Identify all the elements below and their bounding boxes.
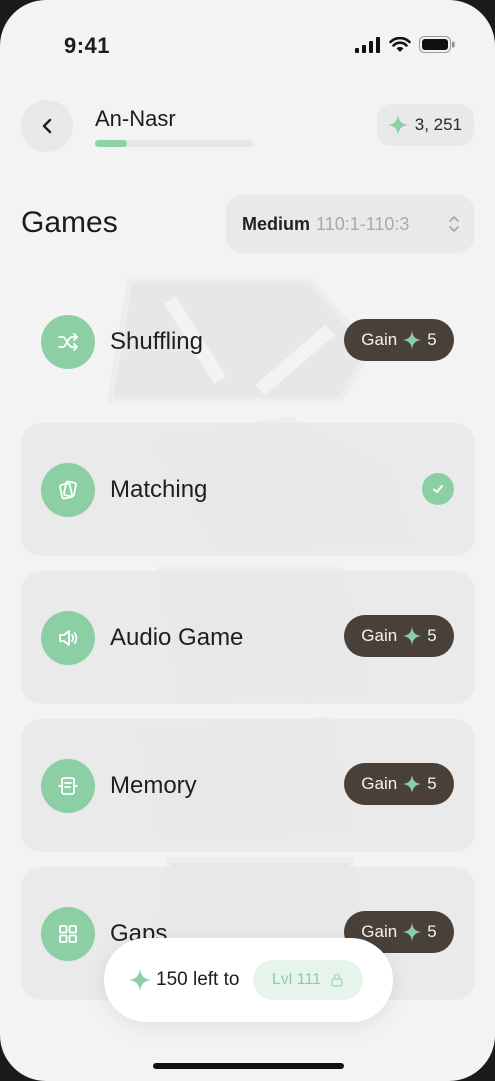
gain-value: 5	[427, 330, 437, 349]
game-label: Memory	[110, 771, 197, 799]
grid-icon	[41, 906, 95, 961]
speaker-icon	[41, 610, 95, 665]
game-label: Audio Game	[110, 623, 244, 651]
home-indicator[interactable]	[153, 1063, 344, 1069]
game-row-shuffling[interactable]: Shuffling Gain 5	[21, 275, 475, 408]
points-balance[interactable]: 3, 251	[376, 104, 474, 146]
difficulty-selector[interactable]: Medium 110:1-110:3	[226, 195, 474, 253]
gain-value: 5	[427, 922, 437, 941]
profile-name: An-Nasr	[95, 106, 176, 131]
sparkle-icon	[403, 922, 422, 942]
game-row-memory[interactable]: Memory Gain 5	[21, 719, 475, 852]
sparkle-icon	[403, 774, 422, 794]
next-level-badge: Lvl 111	[253, 960, 364, 1000]
status-icons	[355, 36, 455, 53]
sparkle-icon	[129, 969, 151, 991]
battery-icon	[419, 36, 455, 53]
sparkle-icon	[403, 626, 422, 646]
gain-label: Gain	[361, 922, 398, 941]
cards-icon	[41, 462, 95, 517]
game-row-audio-game[interactable]: Audio Game Gain 5	[21, 571, 475, 704]
gain-value: 5	[427, 774, 437, 793]
gain-label: Gain	[361, 330, 398, 349]
game-label: Shuffling	[110, 327, 203, 355]
difficulty-range: 110:1-110:3	[316, 213, 410, 234]
next-level-label: Lvl 111	[271, 971, 322, 988]
shuffle-icon	[41, 314, 95, 369]
level-progress-bar	[95, 140, 253, 147]
page-title: Games	[21, 206, 118, 239]
gain-label: Gain	[361, 626, 398, 645]
status-bar: 9:41	[0, 0, 495, 90]
gain-badge: Gain 5	[344, 763, 454, 805]
lock-icon	[331, 973, 343, 987]
gain-label: Gain	[361, 774, 398, 793]
sparkle-icon	[387, 114, 408, 136]
gain-badge: Gain 5	[344, 615, 454, 657]
game-row-matching[interactable]: Matching	[21, 423, 475, 556]
points-left-text: 150 left to	[156, 969, 240, 990]
game-label: Matching	[110, 475, 208, 503]
gain-value: 5	[427, 626, 437, 645]
difficulty-level: Medium	[242, 213, 311, 234]
memory-icon	[41, 758, 95, 813]
game-list: Shuffling Gain 5 Matching Audio Game Gai…	[21, 275, 475, 1015]
status-time: 9:41	[64, 33, 111, 58]
points-value: 3, 251	[414, 115, 462, 134]
phone-screen: 9:41 An-Nasr 3, 251 Games Medium 110:1-1…	[0, 0, 495, 1081]
chevron-updown-icon	[449, 216, 459, 232]
chevron-left-icon	[42, 118, 52, 134]
signal-icon	[355, 36, 380, 53]
sparkle-icon	[403, 330, 422, 350]
gain-badge: Gain 5	[344, 319, 454, 361]
next-level-bar[interactable]: 150 left to Lvl 111	[104, 938, 393, 1022]
level-progress-fill	[95, 140, 127, 147]
back-button[interactable]	[21, 100, 73, 152]
completed-check-icon	[422, 473, 454, 505]
wifi-icon	[389, 36, 411, 52]
